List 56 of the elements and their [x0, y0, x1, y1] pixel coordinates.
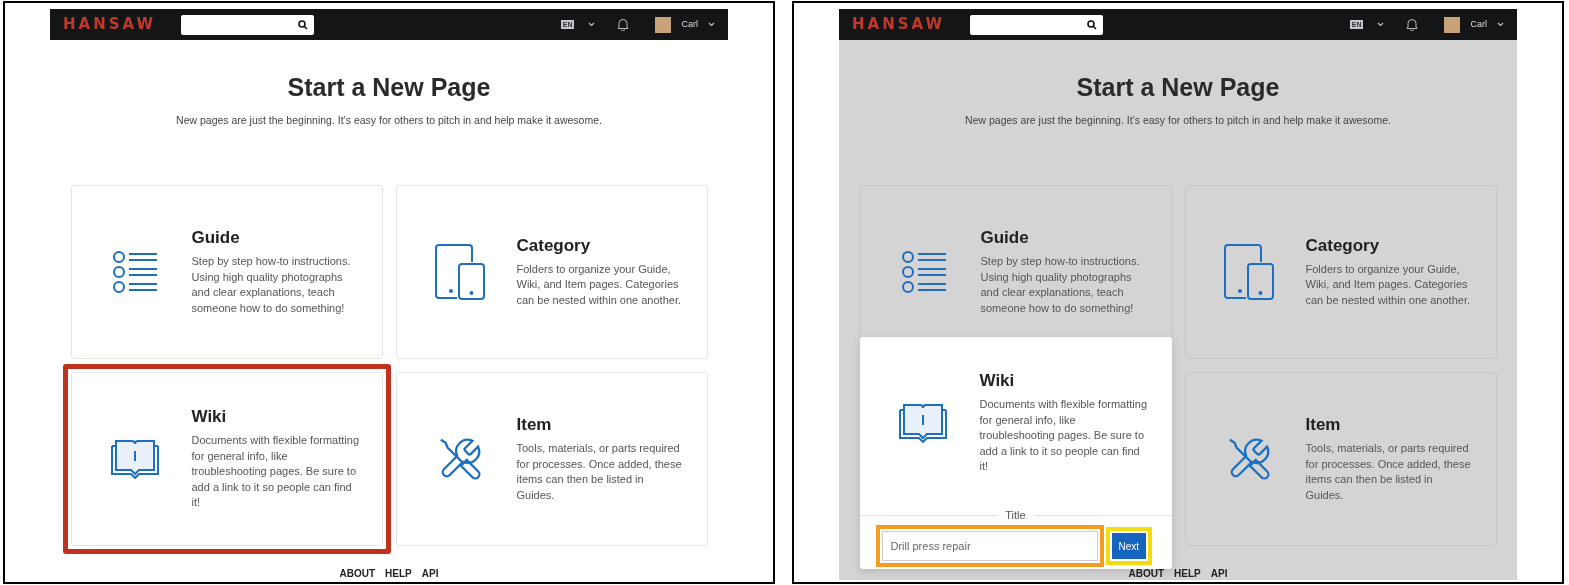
footer-link[interactable]: HELP — [1174, 568, 1201, 580]
next-button[interactable]: Next — [1111, 533, 1147, 559]
chevron-down-icon[interactable] — [708, 22, 715, 27]
page-heading: Start a New Page — [1076, 72, 1280, 103]
list-icon — [111, 249, 158, 295]
title-input-field[interactable]: Drill press repair — [881, 531, 1098, 561]
card[interactable]: Wiki Documents with flexible formatting for general info, like troubleshooting pages. Be sure to add a link to it so people can find it! — [70, 372, 383, 546]
chevron-down-icon[interactable] — [588, 22, 596, 27]
footer-link[interactable]: API — [421, 568, 439, 580]
footer-link[interactable]: ABOUT — [339, 568, 376, 580]
card-description: Documents with flexible formatting for general info, like troubleshooting pages. Be sure to add a link to it so people can find it! — [191, 433, 360, 511]
wiki-card-dialog[interactable]: Wiki Documents with flexible formatting for general info, like troubleshooting pages. Be sure to add a link to it so people can find it! Title Drill press repair Next — [859, 337, 1172, 569]
card-title: Item — [1305, 415, 1342, 435]
open-book-icon — [110, 439, 159, 479]
card-description: Documents with flexible formatting for general info, like troubleshooting pages. Be sure to add a link to it so people can find it! — [979, 397, 1148, 475]
page-subheading: New pages are just the beginning. It’s easy for others to pitch in and help make it awesome. — [965, 113, 1391, 128]
tablet-phone-icon — [1223, 244, 1274, 300]
open-book-icon — [898, 403, 947, 443]
page-heading: Start a New Page — [287, 72, 491, 103]
card-description: Folders to organize your Guide, Wiki, and Item pages. Categories can be nested within one another. — [1305, 261, 1471, 308]
search-icon — [1087, 19, 1097, 30]
card-description: Folders to organize your Guide, Wiki, and Item pages. Categories can be nested within one another. — [516, 261, 682, 308]
card-description: Step by step how-to instructions. Using high quality photographs and clear explanations, teach someone how to do something! — [191, 254, 352, 316]
card[interactable]: Item Tools, materials, or parts required for processes. Once added, these items can then be listed in Guides. — [1184, 372, 1497, 546]
chevron-down-icon[interactable] — [1497, 22, 1504, 27]
footer-link[interactable]: API — [1210, 568, 1228, 580]
card-description: Step by step how-to instructions. Using high quality photographs and clear explanations, teach someone how to do something! — [980, 254, 1141, 316]
card-title: Category — [516, 235, 592, 256]
field-label: Title — [1004, 509, 1027, 521]
user-name[interactable]: Carl — [681, 17, 698, 32]
user-avatar[interactable] — [1444, 16, 1461, 33]
card-description: Tools, materials, or parts required for processes. Once added, these items can then be listed in Guides. — [516, 441, 683, 503]
chevron-down-icon[interactable] — [1377, 22, 1385, 27]
card-title: Wiki — [191, 407, 228, 428]
bell-icon[interactable] — [617, 18, 630, 31]
footer-link[interactable]: ABOUT — [1128, 568, 1165, 580]
card-title: Item — [516, 415, 553, 435]
page-subheading: New pages are just the beginning. It’s easy for others to pitch in and help make it awesome. — [176, 113, 602, 128]
card-title: Guide — [191, 228, 241, 248]
user-name[interactable]: Carl — [1470, 17, 1487, 32]
search-field[interactable] — [970, 14, 1103, 35]
card-title: Wiki — [979, 371, 1016, 392]
card-title: Category — [1305, 235, 1381, 256]
list-icon — [900, 249, 947, 295]
bell-icon[interactable] — [1406, 18, 1419, 31]
card[interactable]: Item Tools, materials, or parts required for processes. Once added, these items can then be listed in Guides. — [395, 372, 708, 546]
footer-link[interactable]: HELP — [385, 568, 412, 580]
search-icon — [298, 19, 308, 30]
search-field[interactable] — [181, 14, 314, 35]
card-title: Guide — [980, 228, 1030, 248]
user-avatar[interactable] — [655, 16, 672, 33]
tablet-phone-icon — [434, 244, 485, 300]
card[interactable]: Category Folders to organize your Guide, Wiki, and Item pages. Categories can be nested within one another. — [1184, 185, 1497, 359]
card[interactable]: Guide Step by step how-to instructions. Using high quality photographs and clear explanations, teach someone how to do something! — [70, 185, 383, 359]
card[interactable]: Category Folders to organize your Guide, Wiki, and Item pages. Categories can be nested within one another. — [395, 185, 708, 359]
card-description: Tools, materials, or parts required for processes. Once added, these items can then be listed in Guides. — [1305, 441, 1472, 503]
